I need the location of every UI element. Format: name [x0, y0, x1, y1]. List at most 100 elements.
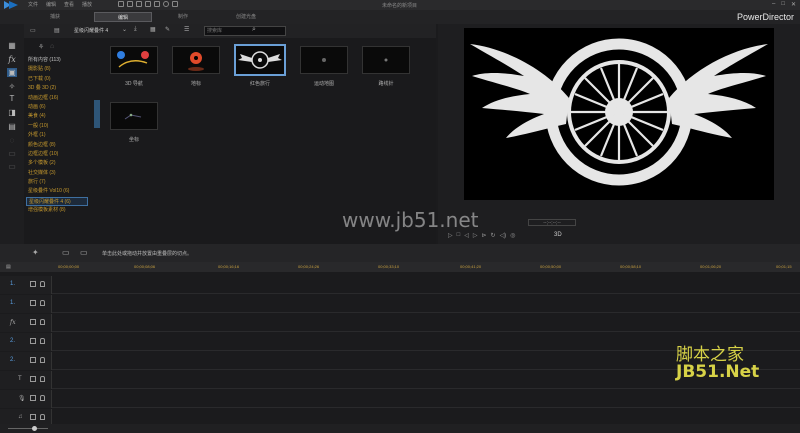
menu-view[interactable]: 查看 [64, 1, 74, 8]
list-item[interactable]: 颜色边框 (8) [26, 141, 88, 150]
list-item[interactable]: 多个模板 (2) [26, 159, 88, 168]
magic-tool-icon[interactable]: ✦ [32, 248, 39, 257]
list-item[interactable]: 星级叠件 Vol10 (6) [26, 187, 88, 196]
import-media-icon[interactable]: ▭ [30, 27, 36, 34]
list-item[interactable]: 社交媒体 (3) [26, 169, 88, 178]
download-icon[interactable]: ⤓ [134, 26, 137, 33]
media-room-icon[interactable]: ▦ [7, 41, 17, 50]
menu-play[interactable]: 播放 [82, 1, 92, 8]
title-room-icon[interactable]: T [7, 94, 17, 103]
fast-forward-icon[interactable]: ⊳ [482, 232, 487, 239]
panel-collapse-handle[interactable] [94, 100, 100, 128]
redo-icon[interactable] [136, 1, 142, 7]
stop-icon[interactable]: □ [457, 232, 461, 239]
list-item[interactable]: 所有内容 (113) [26, 56, 88, 65]
tab-capture[interactable]: 捕获 [40, 12, 70, 22]
maximize-icon[interactable]: □ [781, 1, 785, 8]
3d-toggle[interactable]: 3D [554, 232, 562, 238]
list-item[interactable]: 边框边框 (10) [26, 150, 88, 159]
lock-icon[interactable] [40, 338, 45, 344]
loop-icon[interactable]: ↻ [491, 232, 496, 239]
tab-create-disc[interactable]: 创建光盘 [226, 12, 266, 22]
zoom-slider-handle[interactable] [32, 426, 37, 431]
search-icon[interactable]: ⌕ [252, 26, 256, 34]
chapter-room-icon[interactable]: ▭ [7, 149, 17, 158]
previous-frame-icon[interactable]: ◁ [464, 232, 469, 239]
timeline-view-icon[interactable]: ▭ [80, 248, 88, 257]
tag-icon[interactable]: ⌂ [50, 43, 54, 50]
menu-edit[interactable]: 编辑 [46, 1, 56, 8]
minimize-icon[interactable]: – [772, 1, 775, 8]
track-effects[interactable]: fx [0, 314, 800, 332]
category-select[interactable]: 星级闪耀叠件 4 [74, 27, 108, 34]
list-item[interactable]: 已下载 (0) [26, 75, 88, 84]
lock-icon[interactable] [40, 281, 45, 287]
list-item[interactable]: 一般 (10) [26, 122, 88, 131]
thumbnail-coordinates[interactable] [110, 102, 158, 130]
list-item[interactable]: 星级闪耀叠件 4 (6) [26, 196, 88, 207]
chevron-down-icon[interactable]: ⌄ [122, 26, 127, 33]
track-video-1[interactable]: 1. [0, 276, 800, 294]
list-item[interactable]: 旅行 (7) [26, 178, 88, 187]
list-view-icon[interactable]: ☰ [184, 26, 189, 33]
track-audio-1[interactable]: 1. [0, 295, 800, 313]
track-enable-checkbox[interactable] [30, 414, 36, 420]
filter-icon[interactable]: ⚘ [38, 43, 44, 51]
track-enable-checkbox[interactable] [30, 376, 36, 382]
zoom-slider[interactable] [8, 428, 48, 429]
audio-mixing-icon[interactable]: ▤ [7, 122, 17, 131]
subtitle-room-icon[interactable]: ▭ [7, 162, 17, 171]
undo-icon[interactable] [127, 1, 133, 7]
view-grid-icon[interactable]: ▤ [54, 27, 60, 34]
track-voice[interactable]: 🎙 [0, 390, 800, 408]
track-enable-checkbox[interactable] [30, 357, 36, 363]
play-icon[interactable]: ▷ [448, 232, 453, 239]
list-item[interactable]: 外框 (1) [26, 131, 88, 140]
pencil-icon[interactable]: ✎ [165, 26, 170, 33]
track-enable-checkbox[interactable] [30, 319, 36, 325]
import-icon[interactable] [145, 1, 151, 7]
list-item[interactable]: 美食 (4) [26, 112, 88, 121]
search-input[interactable] [204, 26, 286, 36]
list-item[interactable]: 增强模板素材 (8) [26, 206, 88, 215]
tab-edit[interactable]: 编辑 [94, 12, 152, 22]
list-item[interactable]: 3D 叠 3D (2) [26, 84, 88, 93]
lock-icon[interactable] [40, 300, 45, 306]
lock-icon[interactable] [40, 376, 45, 382]
timeline-ruler[interactable]: ▤ 00;00;00;00 00;00;08;06 00;00;16;16 00… [0, 262, 800, 272]
lock-icon[interactable] [40, 357, 45, 363]
thumbnail-route-pin[interactable] [362, 46, 410, 74]
track-enable-checkbox[interactable] [30, 395, 36, 401]
thumbnail-motion-map[interactable] [300, 46, 348, 74]
export-icon[interactable] [154, 1, 160, 7]
transition-room-icon[interactable]: ◨ [7, 108, 17, 117]
particle-room-icon[interactable]: ✧ [7, 82, 17, 91]
grid-view-icon[interactable]: ▦ [150, 26, 156, 33]
overlay-room-icon[interactable]: ▣ [7, 68, 17, 77]
settings-icon[interactable] [163, 1, 169, 7]
list-item[interactable]: 动画 (6) [26, 103, 88, 112]
help-icon[interactable] [172, 1, 178, 7]
timeline-settings-icon[interactable]: ▤ [6, 264, 11, 270]
next-frame-icon[interactable]: ▷ [473, 232, 478, 239]
close-icon[interactable]: ✕ [791, 1, 796, 8]
track-enable-checkbox[interactable] [30, 338, 36, 344]
timecode-display[interactable]: --;--;--;-- [528, 219, 576, 226]
effects-room-icon[interactable]: fx [7, 55, 17, 64]
thumbnail-landmark[interactable] [172, 46, 220, 74]
snapshot-icon[interactable]: ◎ [510, 232, 515, 239]
voiceover-icon[interactable]: ◌ [7, 136, 17, 145]
track-enable-checkbox[interactable] [30, 281, 36, 287]
lock-icon[interactable] [40, 319, 45, 325]
track-enable-checkbox[interactable] [30, 300, 36, 306]
thumbnail-3d-navigation[interactable] [110, 46, 158, 74]
list-item[interactable]: 摄影贴 (8) [26, 65, 88, 74]
volume-icon[interactable]: ◁) [500, 232, 507, 239]
tab-produce[interactable]: 制作 [168, 12, 198, 22]
storyboard-icon[interactable]: ▭ [62, 248, 70, 257]
menu-file[interactable]: 文件 [28, 1, 38, 8]
lock-icon[interactable] [40, 395, 45, 401]
lock-icon[interactable] [40, 414, 45, 420]
thumbnail-travel[interactable] [234, 44, 286, 76]
save-icon[interactable] [118, 1, 124, 7]
